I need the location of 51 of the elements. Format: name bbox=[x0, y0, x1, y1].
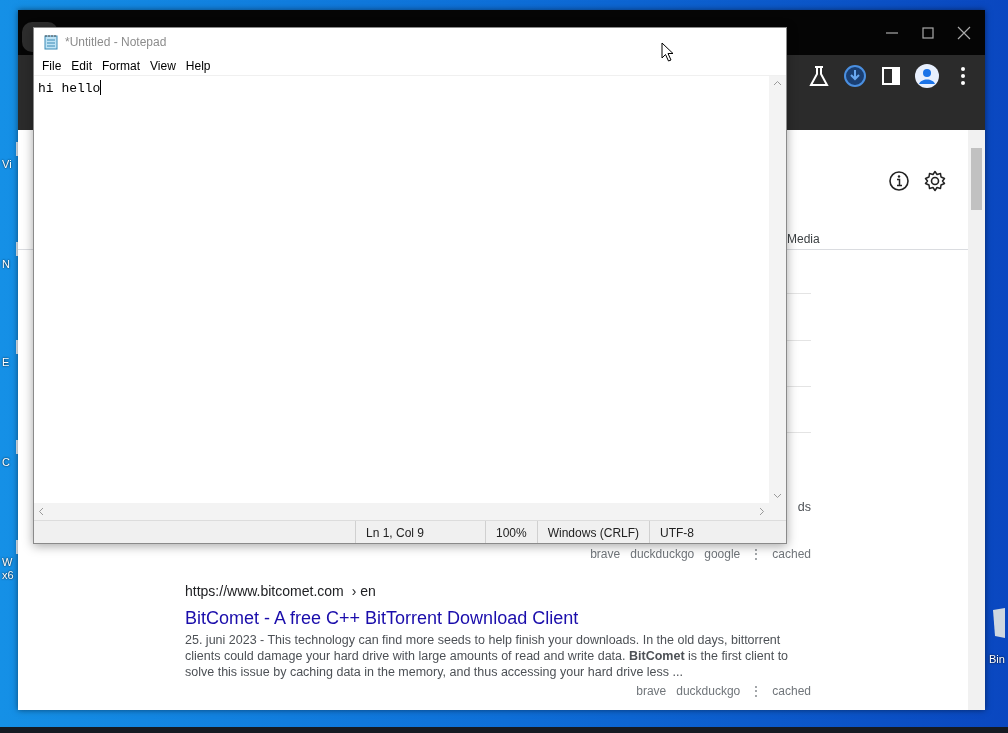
sidebar-icon[interactable] bbox=[879, 64, 903, 88]
flask-icon[interactable] bbox=[807, 64, 831, 88]
maximize-icon[interactable] bbox=[921, 25, 935, 40]
download-progress-icon[interactable] bbox=[843, 64, 867, 88]
scroll-left-icon[interactable] bbox=[37, 507, 46, 516]
horizontal-scrollbar[interactable] bbox=[34, 503, 786, 520]
text-caret bbox=[100, 80, 102, 95]
mouse-pointer-icon bbox=[661, 42, 675, 63]
menu-item[interactable]: Help bbox=[180, 56, 216, 75]
notepad-icon bbox=[43, 34, 59, 50]
status-text: Ln 1, Col 9 bbox=[355, 521, 485, 543]
scroll-up-icon[interactable] bbox=[773, 79, 782, 88]
source-link[interactable]: duckduckgo bbox=[630, 545, 695, 563]
desktop-icon-label[interactable]: E bbox=[2, 356, 10, 369]
menu-item[interactable]: File bbox=[37, 56, 67, 75]
cached-link[interactable]: cached bbox=[772, 545, 811, 563]
scroll-right-icon[interactable] bbox=[757, 507, 766, 516]
cached-link[interactable]: cached bbox=[772, 682, 811, 700]
info-icon[interactable] bbox=[888, 170, 910, 192]
desktop-icon-label[interactable]: Vi bbox=[2, 158, 12, 171]
window-title: *Untitled - Notepad bbox=[65, 34, 167, 51]
vertical-scrollbar[interactable] bbox=[769, 76, 786, 503]
more-icon[interactable]: ⋮ bbox=[750, 682, 763, 700]
avatar-icon[interactable] bbox=[915, 64, 939, 88]
desktop-icon-label[interactable]: Bin bbox=[989, 653, 1005, 666]
menu-item[interactable]: Format bbox=[97, 56, 146, 75]
result-snippet: 25. juni 2023 - This technology can find more seeds to help finish your downloads. In the old days, bittorrent clients could damage your hard drive with large amounts of read and write data. BitComet is the first client to solve this issue by caching data in the memory, and thus accessing your hard drive less ... bbox=[185, 632, 790, 680]
desktop-icon-label[interactable]: C bbox=[2, 456, 10, 469]
menu-item[interactable]: Edit bbox=[66, 56, 98, 75]
status-text: 100% bbox=[485, 521, 537, 543]
result-title-link[interactable]: BitComet - A free C++ BitTorrent Download Client bbox=[185, 606, 811, 630]
status-text: UTF-8 bbox=[649, 521, 740, 543]
scroll-down-icon[interactable] bbox=[773, 491, 782, 500]
breadcrumb: › en bbox=[351, 583, 376, 599]
desktop-icon-label[interactable]: N bbox=[2, 258, 10, 271]
menu-item[interactable]: View bbox=[145, 56, 181, 75]
source-link[interactable]: brave bbox=[590, 545, 621, 563]
source-link[interactable]: duckduckgo bbox=[676, 682, 741, 700]
scrollbar[interactable] bbox=[968, 130, 985, 710]
snippet-text: ds bbox=[797, 499, 811, 515]
settings-icon[interactable] bbox=[924, 170, 946, 192]
status-text: Windows (CRLF) bbox=[536, 521, 650, 543]
tab[interactable]: Media bbox=[785, 230, 822, 249]
more-icon[interactable]: ⋮ bbox=[750, 545, 763, 563]
close-icon[interactable] bbox=[957, 25, 971, 40]
desktop-icon-label[interactable]: W x6 bbox=[2, 556, 14, 582]
source-link[interactable]: brave bbox=[636, 682, 667, 700]
result-url: https://www.bitcomet.com bbox=[185, 583, 344, 599]
recycle-bin-icon bbox=[991, 608, 1005, 638]
editor-text[interactable]: hi hello bbox=[38, 81, 101, 96]
source-link[interactable]: google bbox=[704, 545, 741, 563]
